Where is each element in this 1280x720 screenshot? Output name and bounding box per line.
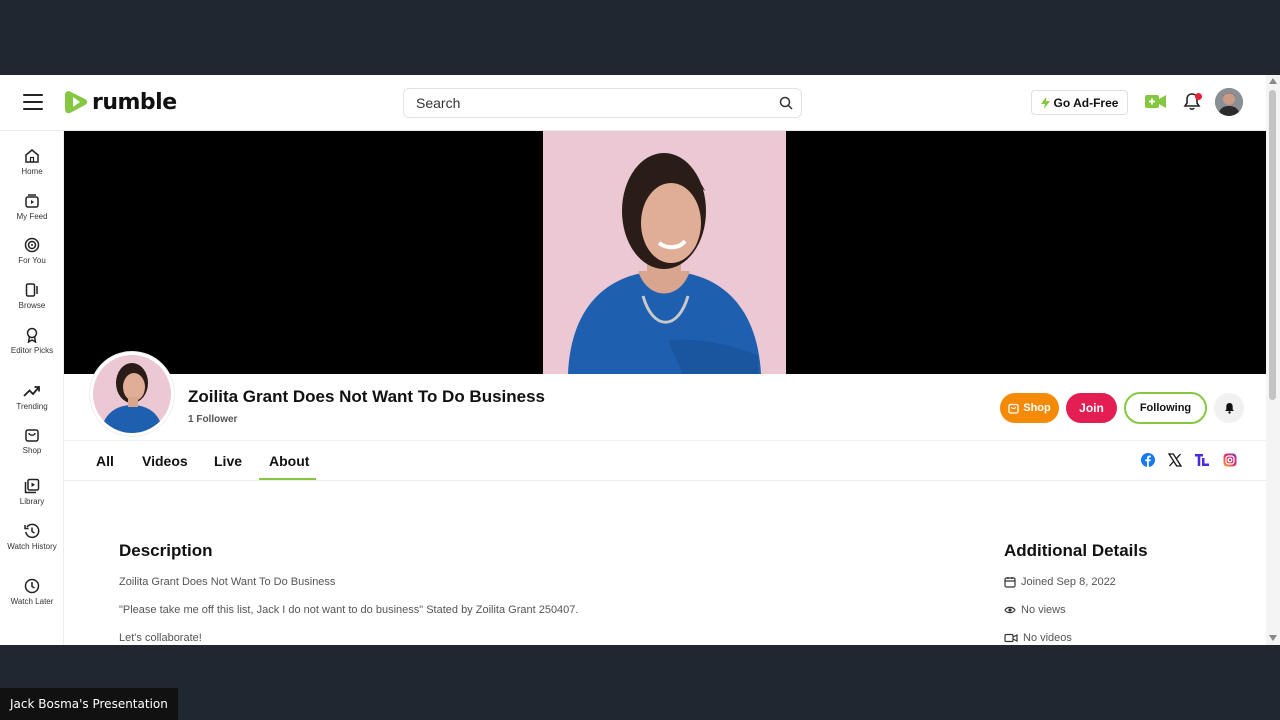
scrollbar-thumb[interactable] bbox=[1269, 90, 1276, 400]
description-title: Description bbox=[119, 541, 213, 560]
description-line: Let's collaborate! bbox=[119, 632, 202, 644]
history-icon bbox=[24, 523, 40, 539]
sidebar-item-trending[interactable]: Trending bbox=[0, 383, 64, 412]
instagram-icon[interactable] bbox=[1223, 453, 1237, 467]
upload-video-icon[interactable] bbox=[1145, 94, 1166, 109]
x-twitter-icon[interactable] bbox=[1168, 453, 1182, 467]
description-line: "Please take me off this list, Jack I do… bbox=[119, 604, 579, 616]
go-ad-free-button[interactable]: Go Ad-Free bbox=[1031, 90, 1128, 115]
sidebar-item-label: Shop bbox=[22, 446, 42, 455]
search-icon[interactable] bbox=[779, 96, 793, 110]
sidebar-item-label: Watch History bbox=[7, 542, 57, 551]
eye-icon bbox=[1004, 606, 1016, 614]
tab-about[interactable]: About bbox=[269, 453, 309, 469]
user-avatar[interactable] bbox=[1215, 88, 1243, 116]
user-avatar-image bbox=[1215, 88, 1243, 116]
sidebar-item-for-you[interactable]: For You bbox=[0, 237, 64, 266]
sidebar-item-label: Home bbox=[21, 167, 43, 176]
sidebar-item-label: Browse bbox=[18, 301, 46, 310]
shopping-bag-icon bbox=[25, 429, 39, 442]
award-icon bbox=[26, 327, 38, 343]
top-bar: rumble Go Ad-Free bbox=[0, 75, 1266, 131]
clock-icon bbox=[24, 578, 40, 594]
lightning-icon bbox=[1040, 96, 1050, 109]
browser-page: rumble Go Ad-Free bbox=[0, 75, 1280, 645]
following-button[interactable]: Following bbox=[1124, 392, 1207, 424]
joined-date-text: Joined Sep 8, 2022 bbox=[1021, 576, 1116, 588]
channel-banner bbox=[64, 131, 1266, 374]
view-count-text: No views bbox=[1021, 604, 1066, 616]
joined-date: Joined Sep 8, 2022 bbox=[1004, 576, 1116, 588]
sidebar-item-shop[interactable]: Shop bbox=[0, 427, 64, 456]
feed-icon bbox=[25, 194, 39, 208]
trending-icon bbox=[23, 386, 40, 397]
additional-details-title: Additional Details bbox=[1004, 541, 1148, 560]
sidebar: Home My Feed For You Browse Editor Picks… bbox=[0, 131, 64, 645]
scroll-up-arrow-icon[interactable] bbox=[1269, 78, 1277, 84]
follower-count: 1 Follower bbox=[188, 414, 238, 425]
rumble-logo[interactable]: rumble bbox=[64, 89, 177, 115]
divider bbox=[64, 480, 1266, 481]
channel-avatar[interactable] bbox=[90, 352, 174, 436]
browse-icon bbox=[25, 283, 38, 297]
video-count-text: No videos bbox=[1023, 632, 1072, 644]
tab-live[interactable]: Live bbox=[214, 453, 242, 469]
calendar-icon bbox=[1004, 577, 1016, 588]
go-ad-free-label: Go Ad-Free bbox=[1053, 95, 1119, 110]
notification-badge bbox=[1195, 93, 1202, 100]
video-count: No videos bbox=[1004, 632, 1072, 644]
sidebar-item-watch-history[interactable]: Watch History bbox=[0, 523, 64, 552]
sidebar-item-watch-later[interactable]: Watch Later bbox=[0, 578, 64, 607]
scroll-down-arrow-icon[interactable] bbox=[1269, 635, 1277, 641]
target-icon bbox=[24, 237, 40, 253]
divider bbox=[64, 440, 1266, 441]
tab-all[interactable]: All bbox=[96, 453, 114, 469]
tab-videos[interactable]: Videos bbox=[142, 453, 188, 469]
sidebar-item-browse[interactable]: Browse bbox=[0, 282, 64, 311]
search-bar[interactable] bbox=[403, 88, 802, 118]
home-icon bbox=[25, 149, 39, 163]
sidebar-item-label: Trending bbox=[16, 402, 48, 411]
description-line: Zoilita Grant Does Not Want To Do Busine… bbox=[119, 576, 336, 588]
sidebar-item-editor-picks[interactable]: Editor Picks bbox=[0, 327, 64, 356]
library-icon bbox=[24, 478, 40, 494]
truth-social-icon[interactable] bbox=[1194, 453, 1210, 467]
facebook-icon[interactable] bbox=[1141, 453, 1155, 467]
channel-avatar-image bbox=[93, 355, 171, 433]
channel-notifications-button[interactable] bbox=[1214, 393, 1244, 423]
sidebar-item-label: Watch Later bbox=[10, 597, 54, 606]
shopping-bag-icon bbox=[1008, 403, 1019, 414]
rumble-logo-icon bbox=[65, 91, 88, 114]
search-input[interactable] bbox=[416, 89, 756, 117]
bell-icon bbox=[1224, 403, 1234, 414]
shop-button[interactable]: Shop bbox=[1000, 393, 1059, 423]
sidebar-item-home[interactable]: Home bbox=[0, 148, 64, 177]
sidebar-item-label: Library bbox=[19, 497, 45, 506]
sidebar-item-label: My Feed bbox=[16, 212, 48, 221]
logo-text: rumble bbox=[92, 89, 177, 115]
sidebar-item-library[interactable]: Library bbox=[0, 478, 64, 507]
view-count: No views bbox=[1004, 604, 1066, 616]
sidebar-item-my-feed[interactable]: My Feed bbox=[0, 193, 64, 222]
banner-portrait-image bbox=[543, 131, 786, 374]
join-button[interactable]: Join bbox=[1066, 393, 1117, 423]
sidebar-item-label: Editor Picks bbox=[10, 346, 54, 355]
menu-icon[interactable] bbox=[23, 94, 43, 110]
page-scrollbar[interactable] bbox=[1266, 75, 1280, 645]
presenter-label: Jack Bosma's Presentation bbox=[0, 688, 178, 720]
banner-photo bbox=[543, 131, 786, 374]
channel-name: Zoilita Grant Does Not Want To Do Busine… bbox=[188, 387, 546, 406]
sidebar-item-label: For You bbox=[18, 256, 46, 265]
shop-button-label: Shop bbox=[1023, 402, 1051, 414]
video-camera-icon bbox=[1004, 633, 1018, 643]
